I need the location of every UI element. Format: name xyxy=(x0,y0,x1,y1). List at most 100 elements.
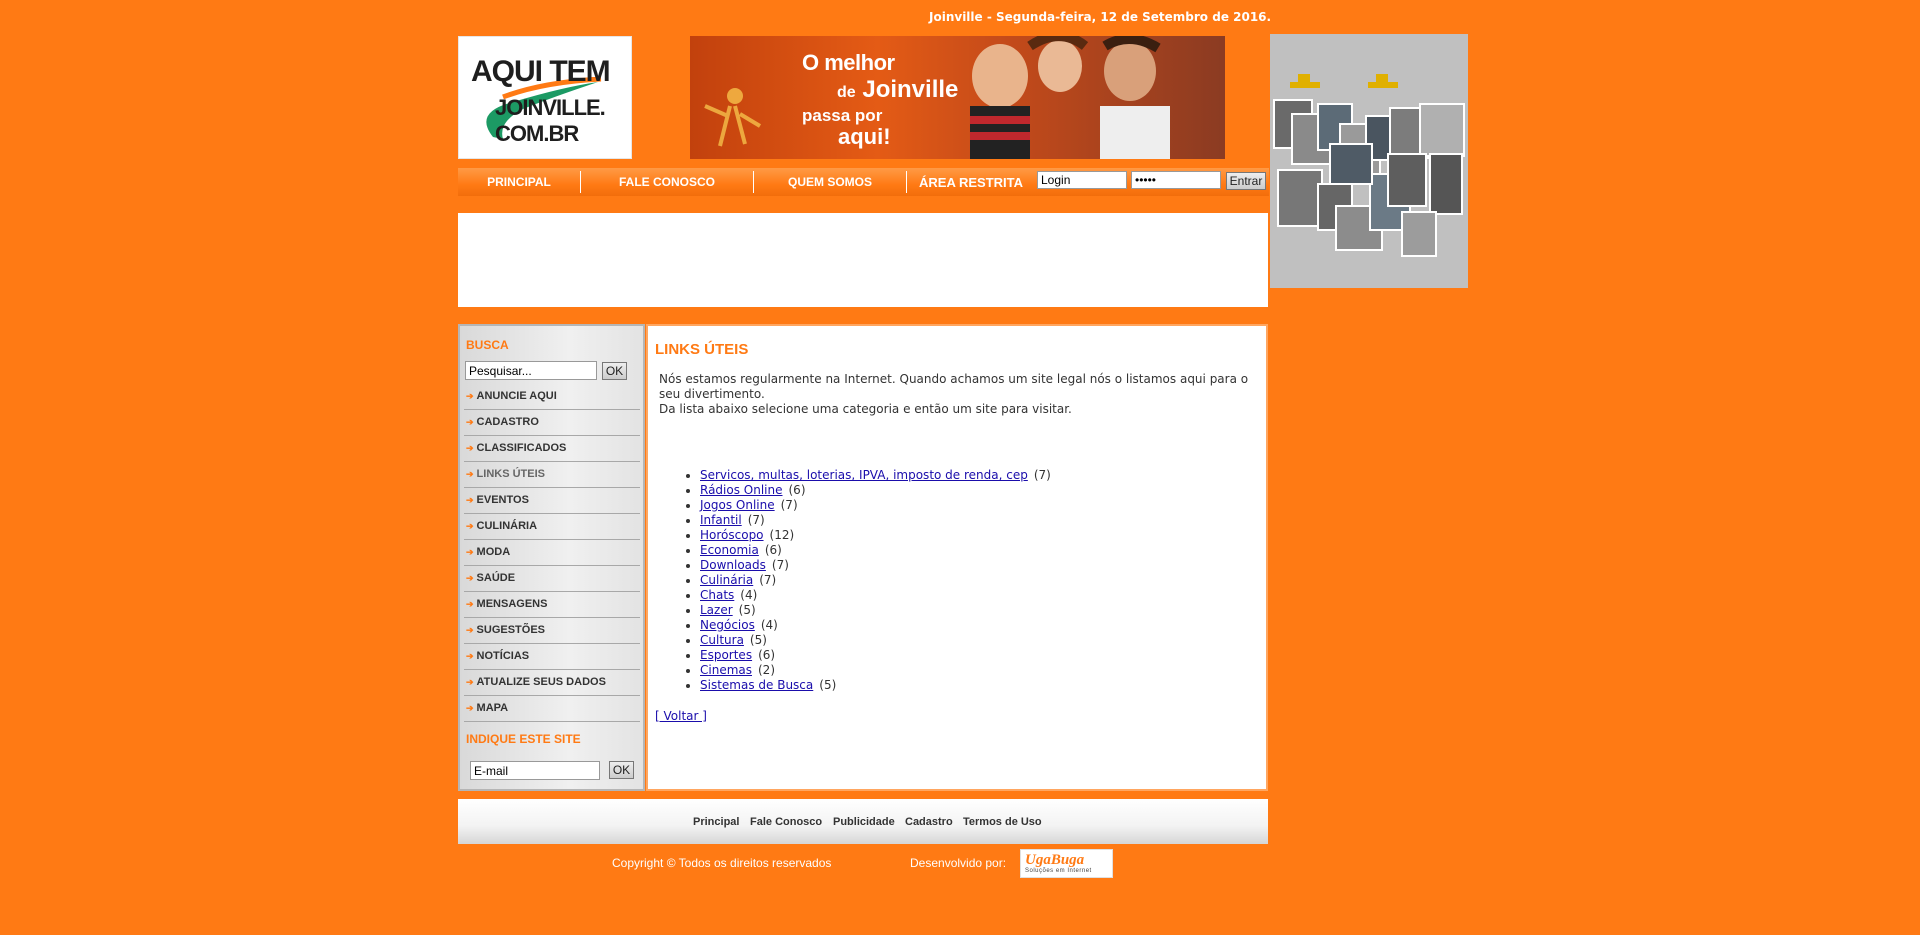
arrow-icon: ➔ xyxy=(466,625,474,635)
list-item: Negócios (4) xyxy=(700,618,1051,633)
link-count: (2) xyxy=(758,663,775,677)
menu-mensagens[interactable]: ➔ MENSAGENS xyxy=(464,592,640,618)
nav-quem-somos[interactable]: QUEM SOMOS xyxy=(754,168,906,196)
category-link[interactable]: Cinemas xyxy=(700,663,752,677)
category-link[interactable]: Horóscopo xyxy=(700,528,764,542)
search-button[interactable]: OK xyxy=(602,362,627,380)
back-link[interactable]: [ Voltar ] xyxy=(655,709,707,723)
banner-text-2-city: Joinville xyxy=(862,76,959,103)
page-title: LINKS ÚTEIS xyxy=(655,341,749,358)
category-link[interactable]: Servicos, multas, loterias, IPVA, impost… xyxy=(700,468,1028,482)
footer-link-fale-conosco[interactable]: Fale Conosco xyxy=(750,816,822,828)
restricted-area-label: ÁREA RESTRITA xyxy=(919,175,1023,190)
header-banner[interactable]: O melhor de Joinville passa por aqui! xyxy=(690,36,1225,159)
password-input[interactable] xyxy=(1131,171,1221,189)
developer-logo[interactable]: UgaBuga Soluções em Internet xyxy=(1020,849,1113,878)
arrow-icon: ➔ xyxy=(466,547,474,557)
menu-mapa[interactable]: ➔ MAPA xyxy=(464,696,640,722)
arrow-icon: ➔ xyxy=(466,573,474,583)
intro-text: Nós estamos regularmente na Internet. Qu… xyxy=(659,372,1259,417)
arrow-icon: ➔ xyxy=(466,443,474,453)
copyright-text: Copyright © Todos os direitos reservados xyxy=(612,856,832,870)
site-logo[interactable]: AQUI TEM JOINVILLE. COM.BR xyxy=(458,36,632,159)
nav-principal[interactable]: PRINCIPAL xyxy=(458,168,580,196)
category-link[interactable]: Negócios xyxy=(700,618,755,632)
banner-text-4: aqui! xyxy=(838,124,891,149)
nav-fale-conosco[interactable]: FALE CONOSCO xyxy=(581,168,753,196)
menu-links-uteis[interactable]: ➔ LINKS ÚTEIS xyxy=(464,462,640,488)
menu-label: CULINÁRIA xyxy=(476,520,538,532)
link-count: (5) xyxy=(819,678,837,692)
category-link[interactable]: Rádios Online xyxy=(700,483,783,497)
menu-label: SUGESTÕES xyxy=(476,624,546,636)
footer-link-termos[interactable]: Termos de Uso xyxy=(963,816,1042,828)
menu-label: MAPA xyxy=(476,702,509,714)
category-link[interactable]: Chats xyxy=(700,588,734,602)
developer-logo-text: UgaBuga xyxy=(1025,852,1085,868)
category-link[interactable]: Downloads xyxy=(700,558,766,572)
category-link[interactable]: Cultura xyxy=(700,633,744,647)
menu-label: MENSAGENS xyxy=(476,598,548,610)
list-item: Economia (6) xyxy=(700,543,1051,558)
side-ad-image[interactable] xyxy=(1270,34,1468,288)
menu-moda[interactable]: ➔ MODA xyxy=(464,540,640,566)
arrow-icon: ➔ xyxy=(466,417,474,427)
ad-space xyxy=(458,213,1268,307)
menu-label: EVENTOS xyxy=(476,494,529,506)
category-link[interactable]: Infantil xyxy=(700,513,742,527)
footer-link-cadastro[interactable]: Cadastro xyxy=(905,816,953,828)
category-link[interactable]: Jogos Online xyxy=(700,498,775,512)
menu-label: CADASTRO xyxy=(476,416,539,428)
arrow-icon: ➔ xyxy=(466,651,474,661)
login-input[interactable] xyxy=(1037,171,1127,189)
banner-text-2: de Joinville xyxy=(837,76,958,104)
menu-atualize-dados[interactable]: ➔ ATUALIZE SEUS DADOS xyxy=(464,670,640,696)
menu-culinaria[interactable]: ➔ CULINÁRIA xyxy=(464,514,640,540)
menu-saude[interactable]: ➔ SAÚDE xyxy=(464,566,640,592)
link-count: (4) xyxy=(760,618,778,632)
menu-cadastro[interactable]: ➔ CADASTRO xyxy=(464,410,640,436)
menu-label: LINKS ÚTEIS xyxy=(476,468,545,480)
footer-link-principal[interactable]: Principal xyxy=(693,816,739,828)
enter-button[interactable]: Entrar xyxy=(1226,172,1266,190)
list-item: Downloads (7) xyxy=(700,558,1051,573)
email-field[interactable] xyxy=(470,761,600,780)
banner-text-3: passa por xyxy=(802,106,883,125)
link-count: (7) xyxy=(780,498,798,512)
category-link[interactable]: Economia xyxy=(700,543,759,557)
link-count: (7) xyxy=(771,558,789,572)
category-link[interactable]: Lazer xyxy=(700,603,733,617)
link-count: (6) xyxy=(764,543,782,557)
list-item: Rádios Online (6) xyxy=(700,483,1051,498)
footer-link-publicidade[interactable]: Publicidade xyxy=(833,816,895,828)
links-list: Servicos, multas, loterias, IPVA, impost… xyxy=(648,468,1051,693)
email-ok-button[interactable]: OK xyxy=(609,761,634,779)
menu-anuncie-aqui[interactable]: ➔ ANUNCIE AQUI xyxy=(464,384,640,410)
list-item: Chats (4) xyxy=(700,588,1051,603)
link-count: (7) xyxy=(1033,468,1051,482)
menu-label: SAÚDE xyxy=(476,572,516,584)
list-item: Lazer (5) xyxy=(700,603,1051,618)
menu-noticias[interactable]: ➔ NOTÍCIAS xyxy=(464,644,640,670)
menu-classificados[interactable]: ➔ CLASSIFICADOS xyxy=(464,436,640,462)
link-count: (6) xyxy=(758,648,776,662)
category-link[interactable]: Esportes xyxy=(700,648,752,662)
photo-collage-icon xyxy=(1273,74,1465,257)
category-link[interactable]: Culinária xyxy=(700,573,753,587)
list-item: Esportes (6) xyxy=(700,648,1051,663)
search-title: BUSCA xyxy=(466,338,509,352)
list-item: Infantil (7) xyxy=(700,513,1051,528)
arrow-icon: ➔ xyxy=(466,521,474,531)
menu-eventos[interactable]: ➔ EVENTOS xyxy=(464,488,640,514)
logo-line2: JOINVILLE. xyxy=(495,95,606,120)
arrow-icon: ➔ xyxy=(466,677,474,687)
banner-text-2-small: de xyxy=(837,84,856,101)
search-input[interactable] xyxy=(465,361,597,380)
list-item: Cinemas (2) xyxy=(700,663,1051,678)
date-line: Joinville - Segunda-feira, 12 de Setembr… xyxy=(929,10,1272,24)
link-count: (7) xyxy=(759,573,777,587)
menu-sugestoes[interactable]: ➔ SUGESTÕES xyxy=(464,618,640,644)
link-count: (7) xyxy=(747,513,765,527)
category-link[interactable]: Sistemas de Busca xyxy=(700,678,813,692)
logo-line1: AQUI TEM xyxy=(471,55,611,88)
